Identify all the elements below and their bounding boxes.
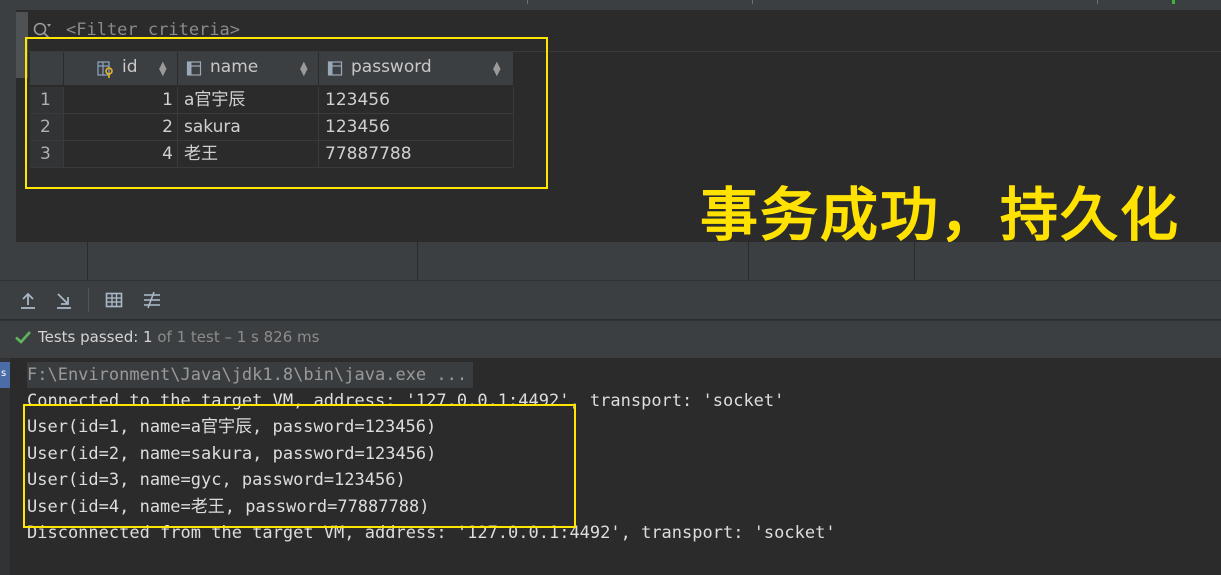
grid-view-icon[interactable] [104, 290, 124, 310]
console-highlight-box [23, 404, 576, 528]
status-count: 1 [143, 328, 153, 346]
tab-divider [87, 242, 88, 280]
import-icon[interactable] [54, 290, 74, 310]
check-icon [15, 331, 31, 344]
tab-divider [914, 242, 915, 280]
console-line-command[interactable]: F:\Environment\Java\jdk1.8\bin\java.exe … [27, 362, 474, 388]
table-highlight-box [25, 37, 548, 189]
status-suffix: of 1 test – 1 s 826 ms [152, 328, 320, 346]
test-status-text: Tests passed: 1 of 1 test – 1 s 826 ms [38, 328, 319, 346]
toolbar-divider [88, 288, 89, 312]
console-gutter-marker[interactable]: s [0, 362, 10, 388]
strip-tick [752, 0, 753, 4]
tab-divider [417, 242, 418, 280]
top-strip [0, 0, 1221, 10]
tab-bar [0, 242, 1221, 281]
strip-tick [527, 0, 528, 4]
settings-lines-icon[interactable] [142, 290, 162, 310]
console-gutter [0, 358, 10, 575]
tab-divider [748, 242, 749, 280]
strip-tick-green [1172, 0, 1175, 4]
annotation-text: 事务成功，持久化 [700, 181, 1181, 249]
gutter-mark-text: s [1, 368, 7, 379]
strip-tick [1097, 0, 1098, 4]
status-label: Tests passed: [38, 328, 144, 346]
export-icon[interactable] [18, 290, 38, 310]
console-toolbar [0, 281, 1221, 319]
left-gutter [0, 10, 16, 242]
